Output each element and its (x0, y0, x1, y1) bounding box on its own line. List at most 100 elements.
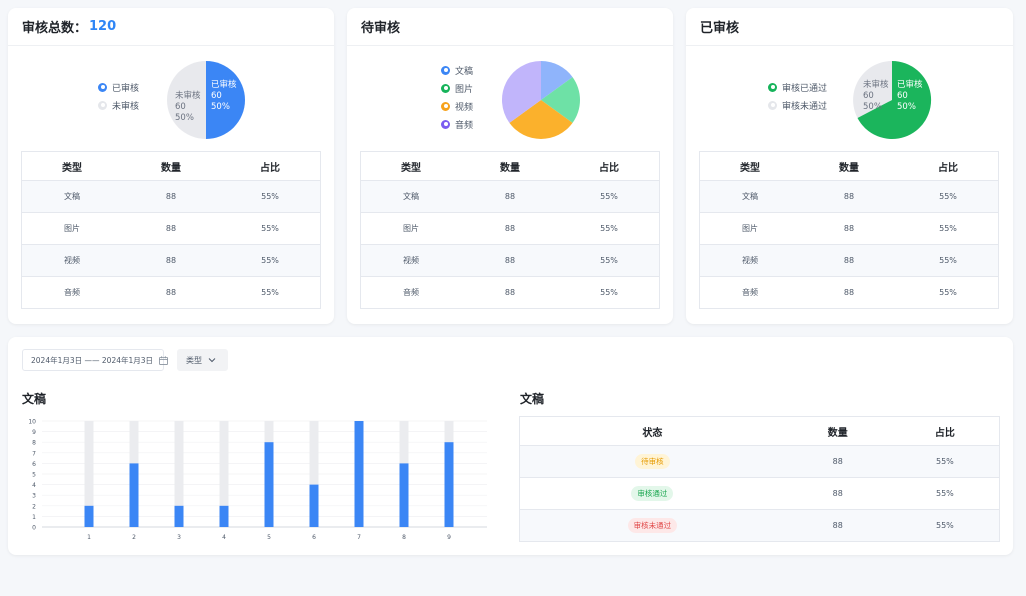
card-reviewed: 已审核 审核已通过 审核未通过 已审核 60 50% 未审核 60 50% 类型… (686, 8, 1013, 324)
table-row: 音频 88 55% (699, 276, 999, 309)
card-title: 审核总数： (22, 21, 88, 36)
legend-item[interactable]: 音频 (441, 115, 473, 133)
total-count: 120 (89, 19, 117, 34)
legend-item[interactable]: 审核已通过 (768, 78, 827, 96)
card-total-review: 审核总数： 120 已审核 未审核 已审核 60 50% 未审核 60 50% … (8, 8, 334, 324)
legend-dot-icon (98, 100, 107, 110)
chevron-down-icon (208, 358, 216, 363)
y-tick-label: 9 (32, 429, 36, 436)
legend-item[interactable]: 图片 (441, 79, 473, 97)
column-header: 占比 (559, 151, 660, 181)
bar[interactable] (444, 442, 454, 527)
legend-dot-icon (98, 82, 107, 92)
pie-legend: 已审核 未审核 (98, 78, 139, 114)
x-tick-label: 1 (87, 534, 91, 541)
bar[interactable] (219, 505, 229, 527)
bar-chart: 0 1 2 3 4 5 6 7 8 9 10 1 2 3 4 5 6 7 8 9 (28, 419, 487, 541)
table-row: 待审核 88 55% (519, 445, 1000, 478)
status-table: 状态 数量 占比 待审核 88 55% 审核通过 88 55% 审核未通过 88… (519, 416, 1000, 542)
date-range-picker[interactable]: 2024年1月3日 —— 2024年1月3日 (22, 349, 168, 371)
column-header: 类型 (360, 151, 461, 181)
legend-dot-icon (768, 82, 777, 92)
card-title: 待审核 (361, 21, 401, 36)
pie-legend: 文稿 图片 视频 音频 (441, 61, 473, 133)
status-badge: 待审核 (635, 454, 670, 469)
table-row: 视频 88 55% (360, 244, 660, 277)
type-select-label: 类型 (186, 355, 202, 365)
type-table: 类型 数量 占比 文稿 88 55% 图片 88 55% 视频 88 55% 音频 88 55% (699, 151, 999, 309)
chart-section-title: 文稿 (22, 392, 47, 406)
x-tick-label: 9 (447, 534, 451, 541)
y-tick-label: 2 (32, 503, 36, 510)
table-row: 文稿 88 55% (360, 180, 660, 213)
type-table: 类型 数量 占比 文稿 88 55% 图片 88 55% 视频 88 55% 音频 88 55% (360, 151, 660, 309)
column-header: 占比 (898, 151, 999, 181)
legend-item[interactable]: 文稿 (441, 61, 473, 79)
column-header: 状态 (519, 416, 785, 446)
y-tick-label: 3 (32, 493, 36, 500)
table-header-row: 状态 数量 占比 (519, 416, 1000, 446)
legend-dot-icon (768, 100, 777, 110)
y-tick-label: 7 (32, 450, 36, 457)
pie-label-value: 60 (863, 91, 874, 101)
review-pie-chart: 已审核 60 50% 未审核 60 50% (167, 61, 245, 139)
pie-label-value: 60 (175, 102, 186, 112)
pie-label-value: 60 (897, 91, 908, 101)
pie-label-value: 60 (211, 91, 222, 101)
pie-legend: 审核已通过 审核未通过 (768, 78, 827, 114)
type-table: 类型 数量 占比 文稿 88 55% 图片 88 55% 视频 88 55% 音频 88 55% (21, 151, 321, 309)
type-select[interactable]: 类型 (177, 349, 228, 371)
x-tick-label: 5 (267, 534, 271, 541)
legend-item[interactable]: 视频 (441, 97, 473, 115)
table-row: 审核未通过 88 55% (519, 509, 1000, 542)
bar[interactable] (354, 421, 364, 527)
bar[interactable] (129, 463, 139, 527)
bar[interactable] (309, 484, 319, 527)
status-badge: 审核未通过 (627, 518, 678, 533)
bar[interactable] (84, 505, 94, 527)
column-header: 占比 (890, 416, 1000, 446)
status-badge: 审核通过 (631, 486, 674, 501)
column-header: 占比 (220, 151, 321, 181)
x-tick-label: 2 (132, 534, 136, 541)
table-header-row: 类型 数量 占比 (21, 151, 321, 181)
legend-dot-icon (441, 83, 450, 93)
x-tick-label: 3 (177, 534, 181, 541)
card-header: 已审核 (686, 8, 1013, 46)
bar[interactable] (399, 463, 409, 527)
column-header: 数量 (121, 151, 220, 181)
column-header: 类型 (21, 151, 122, 181)
x-tick-label: 6 (312, 534, 316, 541)
table-row: 图片 88 55% (699, 212, 999, 245)
bar[interactable] (264, 442, 274, 527)
x-tick-label: 4 (222, 534, 226, 541)
pie-label-name: 已审核 (897, 79, 923, 90)
y-tick-label: 6 (32, 461, 36, 468)
x-tick-label: 8 (402, 534, 406, 541)
y-tick-label: 4 (32, 482, 36, 489)
table-row: 音频 88 55% (360, 276, 660, 309)
card-header: 审核总数： 120 (8, 8, 334, 46)
legend-item[interactable]: 审核未通过 (768, 96, 827, 114)
reviewed-pie-chart: 已审核 60 50% 未审核 60 50% (853, 60, 932, 139)
calendar-icon (159, 355, 168, 365)
y-tick-label: 0 (32, 525, 36, 532)
bar[interactable] (174, 505, 184, 527)
pie-label-percent: 50% (211, 102, 230, 112)
legend-item[interactable]: 已审核 (98, 78, 139, 96)
detail-panel: 2024年1月3日 —— 2024年1月3日 类型 文稿 0 1 2 3 4 5 6 7 8 9 1… (8, 337, 1013, 555)
table-row: 图片 88 55% (21, 212, 321, 245)
pie-label-percent: 50% (175, 113, 194, 123)
pie-label-percent: 50% (863, 102, 882, 112)
pie-label-name: 已审核 (211, 79, 237, 90)
pie-label-percent: 50% (897, 102, 916, 112)
legend-item[interactable]: 未审核 (98, 96, 139, 114)
table-row: 文稿 88 55% (699, 180, 999, 213)
table-row: 图片 88 55% (360, 212, 660, 245)
card-pending-review: 待审核 文稿 图片 视频 音频 类型 数量 占比 文稿 88 55% 图片 88 55%… (347, 8, 673, 324)
card-title: 已审核 (700, 21, 740, 36)
y-tick-label: 1 (32, 514, 36, 521)
date-range-text: 2024年1月3日 —— 2024年1月3日 (31, 355, 154, 365)
table-section-title: 文稿 (520, 392, 545, 406)
table-row: 视频 88 55% (699, 244, 999, 277)
